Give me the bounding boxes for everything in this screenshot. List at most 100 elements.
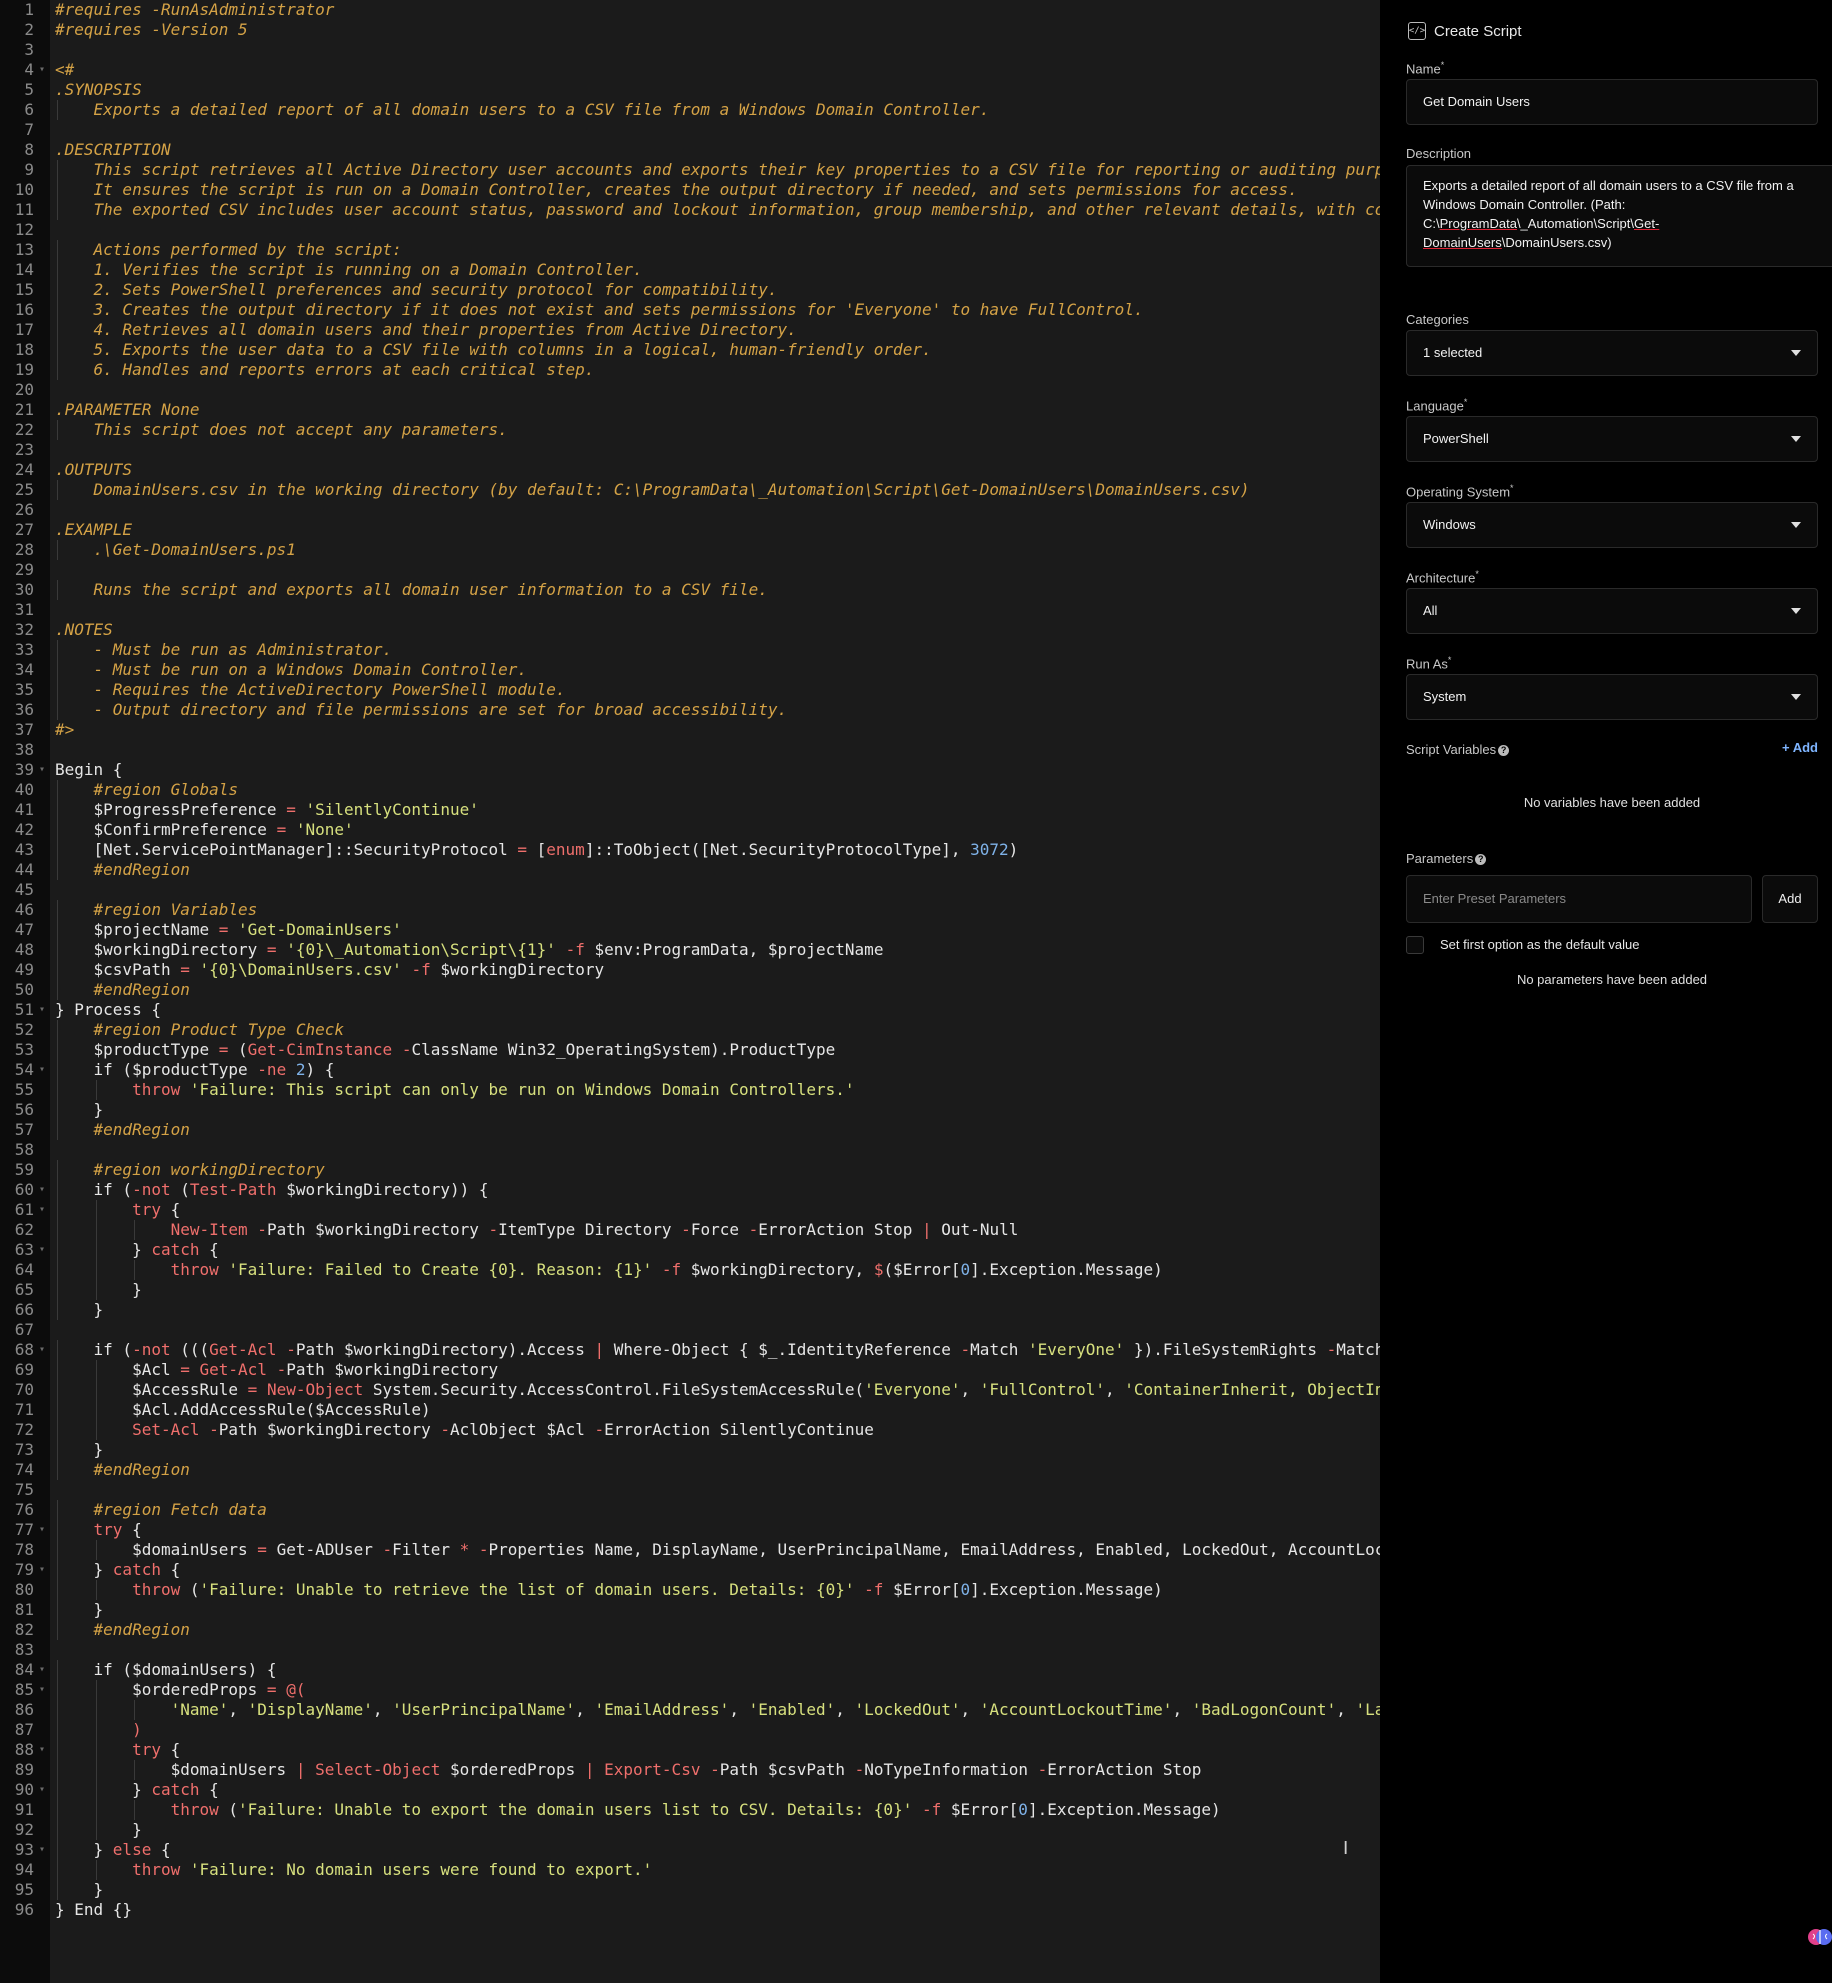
code-line[interactable]: 38 [0, 740, 1380, 760]
code-line[interactable]: 23 [0, 440, 1380, 460]
fold-chevron-icon[interactable]: ▾ [37, 1340, 47, 1360]
code-line[interactable]: 72 Set-Acl -Path $workingDirectory -AclO… [0, 1420, 1380, 1440]
code-line[interactable]: 16 3. Creates the output directory if it… [0, 300, 1380, 320]
code-line[interactable]: 7 [0, 120, 1380, 140]
code-line[interactable]: 55 throw 'Failure: This script can only … [0, 1080, 1380, 1100]
fold-chevron-icon[interactable]: ▾ [37, 1000, 47, 1020]
name-input[interactable]: Get Domain Users [1406, 79, 1818, 125]
question-circle-icon[interactable]: ? [1498, 745, 1510, 757]
code-line[interactable]: 46 #region Variables [0, 900, 1380, 920]
fold-chevron-icon[interactable]: ▾ [37, 1660, 47, 1680]
code-line[interactable]: 78 $domainUsers = Get-ADUser -Filter * -… [0, 1540, 1380, 1560]
fold-chevron-icon[interactable]: ▾ [37, 60, 47, 80]
code-line[interactable]: 17 4. Retrieves all domain users and the… [0, 320, 1380, 340]
fold-chevron-icon[interactable]: ▾ [37, 1780, 47, 1800]
code-line[interactable]: 69 $Acl = Get-Acl -Path $workingDirector… [0, 1360, 1380, 1380]
fold-chevron-icon[interactable]: ▾ [37, 1060, 47, 1080]
code-line[interactable]: 5 .SYNOPSIS [0, 80, 1380, 100]
categories-select[interactable]: 1 selected [1406, 330, 1818, 376]
code-line[interactable]: 33 - Must be run as Administrator. [0, 640, 1380, 660]
code-line[interactable]: 4 ▾ <# [0, 60, 1380, 80]
code-line[interactable]: 8 .DESCRIPTION [0, 140, 1380, 160]
fold-chevron-icon[interactable]: ▾ [37, 760, 47, 780]
fold-chevron-icon[interactable]: ▾ [37, 1560, 47, 1580]
fold-chevron-icon[interactable]: ▾ [37, 1180, 47, 1200]
code-line[interactable]: 64 throw 'Failure: Failed to Create {0}.… [0, 1260, 1380, 1280]
code-line[interactable]: 87 ) [0, 1720, 1380, 1740]
code-line[interactable]: 41 $ProgressPreference = 'SilentlyContin… [0, 800, 1380, 820]
code-line[interactable]: 62 New-Item -Path $workingDirectory -Ite… [0, 1220, 1380, 1240]
code-line[interactable]: 74 #endRegion [0, 1460, 1380, 1480]
fold-chevron-icon[interactable]: ▾ [37, 1740, 47, 1760]
code-line[interactable]: 37 #> [0, 720, 1380, 740]
fold-chevron-icon[interactable]: ▾ [37, 1680, 47, 1700]
code-line[interactable]: 34 - Must be run on a Windows Domain Con… [0, 660, 1380, 680]
code-line[interactable]: 45 [0, 880, 1380, 900]
code-line[interactable]: 2 #requires -Version 5 [0, 20, 1380, 40]
question-circle-icon[interactable]: ? [1475, 854, 1487, 866]
code-line[interactable]: 81 } [0, 1600, 1380, 1620]
code-line[interactable]: 85 ▾ $orderedProps = @( [0, 1680, 1380, 1700]
code-line[interactable]: 9 This script retrieves all Active Direc… [0, 160, 1380, 180]
code-line[interactable]: 43 [Net.ServicePointManager]::SecurityPr… [0, 840, 1380, 860]
code-line[interactable]: 39 ▾ Begin { [0, 760, 1380, 780]
code-editor[interactable]: 1 #requires -RunAsAdministrator 2 #requires… [0, 0, 1380, 1983]
code-line[interactable]: 94 throw 'Failure: No domain users were … [0, 1860, 1380, 1880]
code-line[interactable]: 26 [0, 500, 1380, 520]
code-line[interactable]: 58 [0, 1140, 1380, 1160]
os-select[interactable]: Windows [1406, 502, 1818, 548]
code-line[interactable]: 35 - Requires the ActiveDirectory PowerS… [0, 680, 1380, 700]
code-line[interactable]: 21 .PARAMETER None [0, 400, 1380, 420]
code-line[interactable]: 30 Runs the script and exports all domai… [0, 580, 1380, 600]
description-textarea[interactable]: Exports a detailed report of all domain … [1406, 165, 1832, 267]
add-parameter-button[interactable]: Add [1762, 875, 1818, 923]
code-line[interactable]: 15 2. Sets PowerShell preferences and se… [0, 280, 1380, 300]
code-line[interactable]: 27 .EXAMPLE [0, 520, 1380, 540]
code-line[interactable]: 18 5. Exports the user data to a CSV fil… [0, 340, 1380, 360]
code-line[interactable]: 71 $Acl.AddAccessRule($AccessRule) [0, 1400, 1380, 1420]
fold-chevron-icon[interactable]: ▾ [37, 1840, 47, 1860]
code-line[interactable]: 11 The exported CSV includes user accoun… [0, 200, 1380, 220]
code-line[interactable]: 22 This script does not accept any param… [0, 420, 1380, 440]
code-line[interactable]: 14 1. Verifies the script is running on … [0, 260, 1380, 280]
code-line[interactable]: 29 [0, 560, 1380, 580]
brain-icon[interactable] [1808, 1925, 1832, 1949]
code-line[interactable]: 82 #endRegion [0, 1620, 1380, 1640]
fold-chevron-icon[interactable]: ▾ [37, 1240, 47, 1260]
code-line[interactable]: 61 ▾ try { [0, 1200, 1380, 1220]
default-option-checkbox[interactable] [1406, 936, 1424, 954]
code-line[interactable]: 79 ▾ } catch { [0, 1560, 1380, 1580]
code-line[interactable]: 48 $workingDirectory = '{0}\_Automation\… [0, 940, 1380, 960]
code-line[interactable]: 76 #region Fetch data [0, 1500, 1380, 1520]
code-line[interactable]: 3 [0, 40, 1380, 60]
code-line[interactable]: 92 } [0, 1820, 1380, 1840]
code-line[interactable]: 66 } [0, 1300, 1380, 1320]
runas-select[interactable]: System [1406, 674, 1818, 720]
code-line[interactable]: 93 ▾ } else { [0, 1840, 1380, 1860]
code-line[interactable]: 10 It ensures the script is run on a Dom… [0, 180, 1380, 200]
code-line[interactable]: 91 throw ('Failure: Unable to export the… [0, 1800, 1380, 1820]
code-line[interactable]: 96} End {} [0, 1900, 1380, 1920]
code-line[interactable]: 6 Exports a detailed report of all domai… [0, 100, 1380, 120]
code-line[interactable]: 42 $ConfirmPreference = 'None' [0, 820, 1380, 840]
code-line[interactable]: 19 6. Handles and reports errors at each… [0, 360, 1380, 380]
code-line[interactable]: 67 [0, 1320, 1380, 1340]
fold-chevron-icon[interactable]: ▾ [37, 1200, 47, 1220]
code-line[interactable]: 77 ▾ try { [0, 1520, 1380, 1540]
code-line[interactable]: 36 - Output directory and file permissio… [0, 700, 1380, 720]
code-line[interactable]: 84 ▾ if ($domainUsers) { [0, 1660, 1380, 1680]
code-line[interactable]: 63 ▾ } catch { [0, 1240, 1380, 1260]
code-line[interactable]: 31 [0, 600, 1380, 620]
code-line[interactable]: 65 } [0, 1280, 1380, 1300]
language-select[interactable]: PowerShell [1406, 416, 1818, 462]
code-line[interactable]: 51 ▾} Process { [0, 1000, 1380, 1020]
code-line[interactable]: 59 #region workingDirectory [0, 1160, 1380, 1180]
fold-chevron-icon[interactable]: ▾ [37, 1520, 47, 1540]
code-line[interactable]: 56 } [0, 1100, 1380, 1120]
code-line[interactable]: 89 $domainUsers | Select-Object $ordered… [0, 1760, 1380, 1780]
code-line[interactable]: 49 $csvPath = '{0}\DomainUsers.csv' -f $… [0, 960, 1380, 980]
code-line[interactable]: 86 'Name', 'DisplayName', 'UserPrincipal… [0, 1700, 1380, 1720]
code-line[interactable]: 25 DomainUsers.csv in the working direct… [0, 480, 1380, 500]
code-line[interactable]: 73 } [0, 1440, 1380, 1460]
add-variable-button[interactable]: + Add [1782, 740, 1818, 755]
